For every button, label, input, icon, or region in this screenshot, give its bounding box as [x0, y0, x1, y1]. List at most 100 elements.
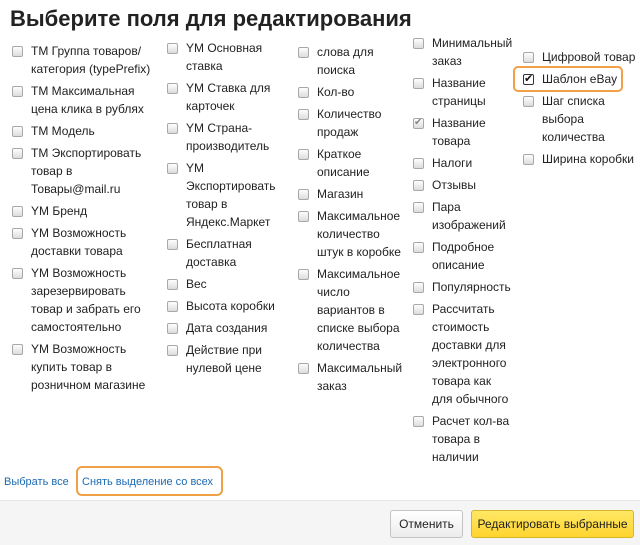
field-option[interactable]: YM Основная ставка [167, 39, 292, 75]
field-checkbox[interactable] [167, 239, 178, 250]
field-option[interactable]: Пара изображений [413, 198, 518, 234]
field-option[interactable]: Максимальное количество штук в коробке [298, 207, 408, 261]
field-checkbox[interactable] [298, 269, 309, 280]
field-option[interactable]: YM Возможность зарезервировать товар и заб… [12, 264, 162, 336]
field-option[interactable]: ТМ Группа товаров/категория (typePrefix) [12, 42, 162, 78]
field-label-line: Рассчитать [432, 302, 495, 316]
field-checkbox[interactable] [413, 242, 424, 253]
field-option[interactable]: ТМ Модель [12, 122, 162, 140]
field-checkbox[interactable] [298, 87, 309, 98]
field-checkbox[interactable] [167, 43, 178, 54]
field-checkbox[interactable] [298, 109, 309, 120]
field-option[interactable]: Ширина коробки [523, 150, 638, 168]
edit-selected-button[interactable]: Редактировать выбранные [471, 510, 634, 538]
select-all-link[interactable]: Выбрать все [4, 476, 69, 488]
field-option[interactable]: ТМ Экспортировать товар в Товары@mail.ru [12, 144, 162, 198]
field-option[interactable]: YM Ставка для карточек [167, 79, 292, 115]
field-label-line: Товары@mail.ru [31, 182, 121, 196]
field-option[interactable]: Цифровой товар [523, 48, 638, 66]
field-option[interactable]: YM Бренд [12, 202, 162, 220]
field-checkbox[interactable] [12, 46, 23, 57]
field-option[interactable]: Название страницы [413, 74, 518, 110]
field-option[interactable]: Магазин [298, 185, 408, 203]
field-checkbox[interactable] [12, 344, 23, 355]
field-label-line: электронного [432, 356, 507, 370]
field-checkbox[interactable] [298, 363, 309, 374]
field-checkbox[interactable] [298, 149, 309, 160]
field-checkbox[interactable] [413, 114, 424, 132]
field-checkbox[interactable] [12, 206, 23, 217]
field-checkbox[interactable] [167, 83, 178, 94]
field-checkbox[interactable] [167, 279, 178, 290]
field-checkbox[interactable] [298, 189, 309, 200]
deselect-all-highlight [76, 466, 223, 496]
field-option[interactable]: Налоги [413, 154, 518, 172]
field-checkbox[interactable] [298, 211, 309, 222]
field-checkbox[interactable] [413, 416, 424, 427]
field-option[interactable]: Вес [167, 275, 292, 293]
field-label-line: Кол-во [317, 85, 355, 99]
field-checkbox[interactable] [12, 126, 23, 137]
field-checkbox[interactable] [12, 268, 23, 279]
field-option[interactable]: Рассчитать стоимость доставки для электронн… [413, 300, 518, 408]
field-label-line: описание [317, 165, 370, 179]
field-checkbox[interactable] [167, 123, 178, 134]
field-option[interactable]: Отзывы [413, 176, 518, 194]
cancel-button[interactable]: Отменить [390, 510, 463, 538]
field-option[interactable]: Действие при нулевой цене [167, 341, 292, 377]
field-checkbox[interactable] [413, 304, 424, 315]
field-checkbox[interactable] [523, 154, 534, 165]
field-label-line: ТМ Экспортировать [31, 146, 142, 160]
field-option[interactable]: Максимальное число вариантов в списке выбор… [298, 265, 408, 355]
field-label-line: Магазин [317, 187, 364, 201]
field-label-line: Бесплатная [186, 237, 252, 251]
field-checkbox[interactable] [413, 158, 424, 169]
field-option[interactable]: Минимальный заказ [413, 38, 518, 70]
field-label-line: Экспортировать [186, 179, 276, 193]
field-checkbox[interactable] [12, 228, 23, 239]
field-column: YM Основная ставка YM Ставка для карточек YM… [167, 38, 292, 464]
field-option[interactable]: Расчет кол-ва товара в наличии [413, 412, 518, 464]
field-checkbox[interactable] [167, 163, 178, 174]
field-option[interactable]: YM Возможность купить товар в розничном ма… [12, 340, 162, 394]
field-option[interactable]: Дата создания [167, 319, 292, 337]
field-label-line: Максимальное [317, 209, 401, 223]
field-option[interactable]: Количество продаж [298, 105, 408, 141]
field-checkbox[interactable] [413, 38, 424, 49]
field-column: Минимальныйзаказ Названиестраницы Название… [413, 38, 518, 464]
field-option[interactable]: Краткое описание [298, 145, 408, 181]
field-label-line: Цифровой товар [542, 50, 636, 64]
field-option[interactable]: ТМ Максимальная цена клика в рублях [12, 82, 162, 118]
field-option[interactable]: YM Возможность доставки товара [12, 224, 162, 260]
field-option[interactable]: Подробное описание [413, 238, 518, 274]
field-label-line: количество [317, 227, 380, 241]
field-checkbox[interactable] [298, 47, 309, 58]
field-checkbox[interactable] [167, 345, 178, 356]
field-option[interactable]: Название товара [413, 114, 518, 150]
field-checkbox[interactable] [12, 86, 23, 97]
field-label-line: товар в [186, 197, 228, 211]
field-label-line: слова для [317, 45, 374, 59]
field-option[interactable]: Популярность [413, 278, 518, 296]
field-option[interactable]: слова для поиска [298, 43, 408, 79]
field-checkbox[interactable] [413, 78, 424, 89]
field-checkbox[interactable] [523, 96, 534, 107]
field-option[interactable]: Максимальный заказ [298, 359, 408, 395]
field-option[interactable]: Кол-во [298, 83, 408, 101]
field-option[interactable]: Шаг списка выбора количества [523, 92, 638, 146]
field-checkbox[interactable] [523, 52, 534, 63]
field-checkbox[interactable] [413, 202, 424, 213]
field-option[interactable]: Бесплатная доставка [167, 235, 292, 271]
field-checkbox[interactable] [413, 282, 424, 293]
field-label-line: товар и забрать его [31, 302, 141, 316]
field-checkbox[interactable] [12, 148, 23, 159]
fields-list: ТМ Группа товаров/категория (typePrefix)… [0, 38, 640, 464]
field-option[interactable]: YM Экспортировать товар в Яндекс.Маркет [167, 159, 292, 231]
field-checkbox[interactable] [167, 323, 178, 334]
field-checkbox[interactable] [413, 180, 424, 191]
field-option[interactable]: Высота коробки [167, 297, 292, 315]
field-checkbox[interactable] [167, 301, 178, 312]
field-label-line: Яндекс.Маркет [186, 215, 271, 229]
field-label-line: Ширина коробки [542, 152, 634, 166]
field-option[interactable]: YM Страна-производитель [167, 119, 292, 155]
